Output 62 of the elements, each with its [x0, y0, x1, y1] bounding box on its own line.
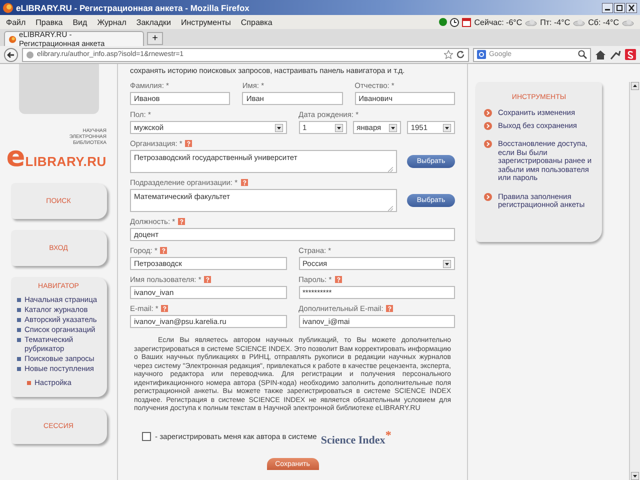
- status-dot-icon: [439, 18, 448, 26]
- arrow-bullet-icon: [484, 140, 492, 148]
- weather-text: Сейчас: -6°C: [474, 18, 522, 26]
- firefox-icon: [9, 34, 16, 44]
- search-icon[interactable]: [578, 50, 587, 59]
- reload-icon[interactable]: [456, 50, 465, 59]
- scrollbar[interactable]: [629, 82, 640, 480]
- resize-grip-icon: [388, 167, 393, 172]
- addon-icon[interactable]: [625, 49, 636, 60]
- menu-item[interactable]: Справка: [240, 18, 272, 26]
- scroll-up-icon[interactable]: [631, 82, 639, 90]
- dropdown-arrow-icon: [443, 124, 452, 132]
- window-title: eLIBRARY.RU - Регистрационная анкета - Mozilla Firefox: [16, 2, 250, 12]
- bullet-icon: [16, 318, 20, 322]
- dropdown-arrow-icon: [443, 260, 451, 268]
- calendar-icon: [462, 18, 472, 26]
- home-icon[interactable]: [595, 50, 606, 60]
- arrow-bullet-icon: [484, 122, 492, 130]
- dropdown-arrow-icon: [334, 124, 343, 132]
- weather-text: Пт: -4°C: [540, 18, 570, 26]
- menu-item[interactable]: Правка: [36, 18, 63, 26]
- menu-item[interactable]: Закладки: [136, 18, 172, 26]
- arrow-bullet-icon: [484, 109, 492, 117]
- help-icon[interactable]: [185, 140, 192, 147]
- back-icon[interactable]: [4, 48, 18, 62]
- menu-item[interactable]: Журнал: [97, 18, 126, 26]
- close-icon[interactable]: [626, 2, 637, 12]
- dropdown-arrow-icon: [274, 124, 282, 132]
- new-tab-button[interactable]: +: [147, 32, 163, 45]
- scroll-down-icon[interactable]: [631, 472, 639, 480]
- arrow-bullet-icon: [484, 192, 492, 200]
- dropdown-arrow-icon: [388, 124, 397, 132]
- help-icon[interactable]: [178, 218, 186, 225]
- help-icon[interactable]: [161, 305, 168, 312]
- menu-item[interactable]: Инструменты: [181, 18, 231, 26]
- checkbox[interactable]: [142, 432, 151, 442]
- bullet-icon: [16, 356, 20, 360]
- help-icon[interactable]: [204, 276, 212, 283]
- cloud-icon: [573, 18, 586, 26]
- star-icon[interactable]: [444, 50, 453, 59]
- bullet-icon: [16, 328, 20, 332]
- logo-name: LIBRARY.RU: [25, 154, 106, 169]
- bullet-icon: [16, 298, 20, 302]
- maximize-icon[interactable]: [614, 2, 625, 12]
- firefox-icon: [3, 2, 13, 12]
- clock-icon: [450, 18, 460, 26]
- help-icon[interactable]: [386, 305, 394, 312]
- bullet-icon: [16, 338, 20, 342]
- resize-grip-icon: [388, 206, 393, 211]
- menu-item[interactable]: Файл: [6, 18, 26, 26]
- minimize-icon[interactable]: [602, 2, 613, 12]
- help-icon[interactable]: [334, 276, 342, 283]
- help-icon[interactable]: [240, 179, 248, 186]
- cloud-icon: [622, 18, 634, 26]
- menu-item[interactable]: Вид: [72, 18, 88, 26]
- weather-text: Сб: -4°C: [588, 18, 619, 26]
- bullet-icon: [16, 308, 20, 312]
- bullet-icon: [16, 366, 20, 370]
- bullet-icon: [26, 380, 30, 384]
- help-icon[interactable]: [160, 247, 168, 254]
- logo-letter: e: [6, 146, 26, 168]
- cloud-icon: [525, 18, 538, 26]
